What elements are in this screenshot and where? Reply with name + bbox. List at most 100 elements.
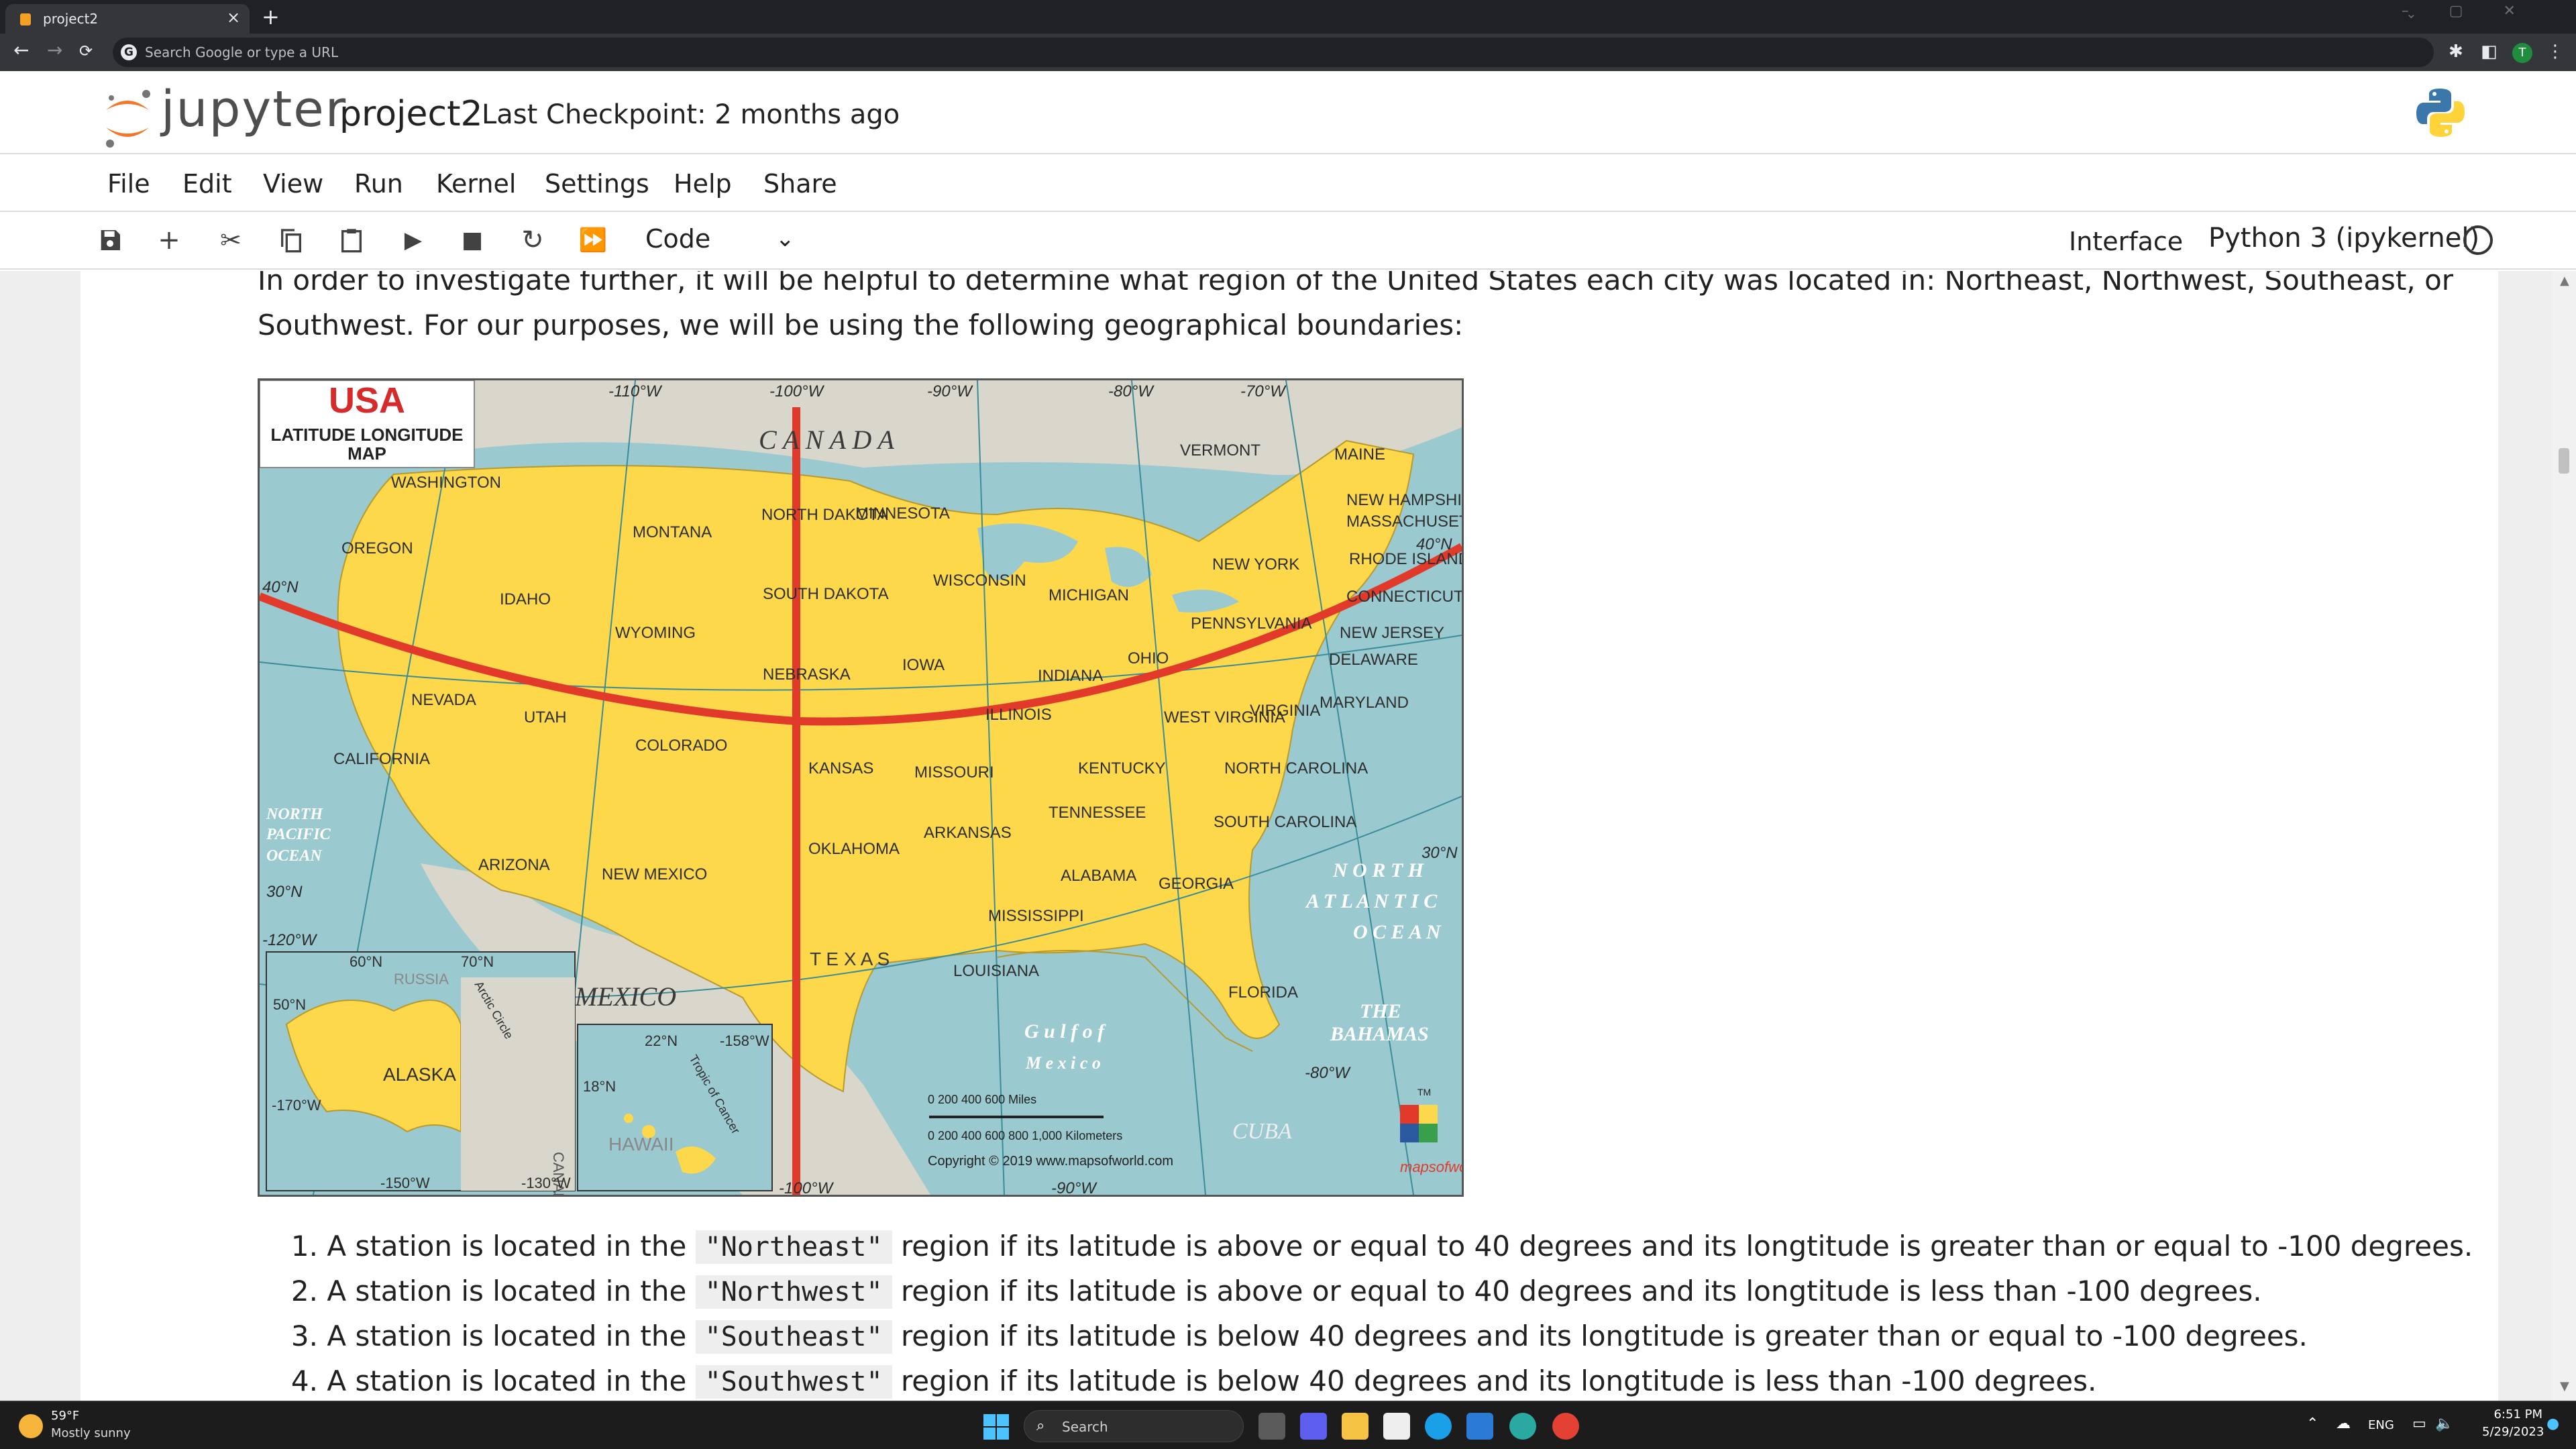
weather-sun-icon[interactable] (19, 1414, 43, 1438)
edge-icon[interactable] (1509, 1413, 1536, 1440)
taskbar-search[interactable]: ⌕ Search (1024, 1410, 1244, 1442)
skype-icon[interactable] (1425, 1413, 1452, 1440)
weather-temp[interactable]: 59°F (51, 1409, 79, 1423)
menu-file[interactable]: File (107, 169, 150, 199)
stop-kernel-icon[interactable]: ■ (455, 223, 490, 258)
weather-desc[interactable]: Mostly sunny (51, 1426, 131, 1440)
state-label: MASSACHUSETTS (1346, 513, 1462, 531)
jupyter-favicon-icon (20, 13, 31, 25)
state-label: OREGON (341, 539, 413, 557)
lon-label: -100°W (769, 382, 825, 400)
file-explorer-icon[interactable] (1342, 1413, 1368, 1440)
scroll-up-icon[interactable]: ▲ (2560, 274, 2569, 288)
run-cell-icon[interactable]: ▶ (396, 223, 431, 258)
cut-icon[interactable]: ✂ (213, 223, 248, 258)
tray-overflow-icon[interactable]: ⌃ (2306, 1415, 2318, 1432)
hawaii-lat: 18°N (583, 1078, 616, 1095)
list-item: 4. A station is located in the "Southwes… (258, 1358, 2538, 1401)
clock-date[interactable]: 5/29/2023 (2482, 1425, 2544, 1439)
input-language[interactable]: ENG (2368, 1418, 2394, 1432)
tab-close-icon[interactable]: × (227, 8, 240, 27)
rule-text: region if its latitude is below 40 degre… (900, 1320, 2308, 1352)
clock-time[interactable]: 6:51 PM (2482, 1407, 2542, 1421)
new-tab-button[interactable]: + (262, 4, 280, 30)
state-label: VERMONT (1180, 441, 1260, 460)
back-button[interactable]: ← (13, 39, 29, 61)
kernel-name[interactable]: Python 3 (ipykernel) (2208, 223, 2479, 254)
window-controls[interactable]: –▢✕ (2402, 3, 2556, 19)
notebook-name[interactable]: project2 (339, 94, 483, 134)
menu-view[interactable]: View (263, 169, 323, 199)
cuba-label: CUBA (1232, 1119, 1292, 1144)
chevron-down-icon[interactable]: ⌄ (775, 225, 795, 252)
menu-settings[interactable]: Settings (545, 169, 649, 199)
store-icon[interactable] (1383, 1413, 1410, 1440)
profile-avatar[interactable]: T (2512, 43, 2532, 63)
state-label: SOUTH CAROLINA (1214, 813, 1356, 831)
side-panel-icon[interactable]: ◧ (2481, 42, 2498, 62)
add-cell-icon[interactable]: + (152, 223, 186, 258)
address-bar-placeholder: Search Google or type a URL (145, 44, 339, 60)
list-item: 2. A station is located in the "Northwes… (258, 1269, 2538, 1313)
network-icon[interactable]: ▭ (2412, 1415, 2426, 1432)
state-label: LOUISIANA (953, 962, 1039, 980)
state-label: WYOMING (615, 624, 696, 642)
state-label: MAINE (1334, 445, 1385, 464)
restart-kernel-icon[interactable]: ↻ (515, 223, 550, 258)
rule-text: A station is located in the (327, 1364, 687, 1397)
notebook-toolbar: + ✂ ▶ ■ ↻ ⏩ Code ⌄ Interface Python 3 (i… (0, 213, 2576, 270)
restart-run-all-icon[interactable]: ⏩ (576, 223, 610, 258)
address-bar[interactable]: G Search Google or type a URL (113, 38, 2434, 67)
windows-start-icon[interactable] (983, 1414, 1009, 1440)
state-label: ALABAMA (1061, 867, 1136, 885)
lon-label: -90°W (927, 382, 973, 400)
menu-share[interactable]: Share (763, 169, 837, 199)
reload-button[interactable]: ⟳ (79, 42, 93, 60)
scroll-thumb[interactable] (2559, 448, 2569, 474)
google-icon: G (121, 44, 137, 60)
menu-edit[interactable]: Edit (182, 169, 232, 199)
hawaii-lon: -158°W (720, 1032, 769, 1049)
pacific-label: PACIFIC (266, 826, 331, 843)
gulf-label: M e x i c o (1025, 1053, 1101, 1073)
save-icon[interactable] (93, 223, 127, 258)
jupyter-logo-icon[interactable] (101, 83, 154, 150)
browser-menu-icon[interactable]: ⋮ (2546, 42, 2564, 62)
paste-icon[interactable] (334, 223, 369, 258)
region-rules-list: 1. A station is located in the "Northeas… (258, 1224, 2538, 1401)
onedrive-icon[interactable]: ☁ (2336, 1415, 2351, 1432)
mapsofworld-logo-icon: TM mapsofworld.com (1400, 1087, 1462, 1175)
state-label: MINNESOTA (855, 504, 950, 523)
teams-icon[interactable] (1300, 1413, 1327, 1440)
list-item: 3. A station is located in the "Southeas… (258, 1313, 2538, 1358)
browser-tab[interactable]: project2 × (5, 4, 250, 34)
state-label: CONNECTICUT (1346, 588, 1462, 606)
browser-toolbar: ← → ⟳ G Search Google or type a URL ✱ ◧ … (0, 34, 2576, 71)
extensions-icon[interactable]: ✱ (2449, 42, 2463, 62)
menu-help[interactable]: Help (674, 169, 732, 199)
taskbar: 59°F Mostly sunny ⌕ Search ⌃ ☁ ENG ▭ 🔈 6… (0, 1401, 2576, 1449)
lon-label: -120°W (262, 931, 318, 949)
task-view-icon[interactable] (1258, 1413, 1285, 1440)
volume-icon[interactable]: 🔈 (2435, 1415, 2453, 1432)
copy-icon[interactable] (274, 223, 309, 258)
state-label: PENNSYLVANIA (1191, 614, 1312, 633)
list-item: 1. A station is located in the "Northeas… (258, 1224, 2538, 1269)
scroll-down-icon[interactable]: ▼ (2560, 1379, 2569, 1393)
menu-run[interactable]: Run (354, 169, 403, 199)
pacific-label: OCEAN (266, 847, 323, 865)
chrome-icon[interactable] (1552, 1413, 1579, 1440)
forward-button[interactable]: → (47, 39, 62, 61)
menu-kernel[interactable]: Kernel (436, 169, 516, 199)
vscode-icon[interactable] (1466, 1413, 1493, 1440)
interface-switcher[interactable]: Interface (2069, 227, 2183, 256)
state-label: NEBRASKA (763, 665, 851, 684)
python-logo-icon (2416, 89, 2465, 137)
notifications-icon[interactable]: ● (2546, 1415, 2559, 1432)
menu-bar: File Edit View Run Kernel Settings Help … (0, 156, 2576, 212)
cell-type-select[interactable]: Code (645, 224, 710, 254)
notebook-scrollbar[interactable]: ▲ ▼ (2552, 271, 2576, 1401)
map-title: USA (329, 380, 405, 421)
markdown-cell[interactable]: In order to investigate further, it will… (80, 271, 2498, 1401)
state-label: NORTH CAROLINA (1224, 759, 1368, 777)
